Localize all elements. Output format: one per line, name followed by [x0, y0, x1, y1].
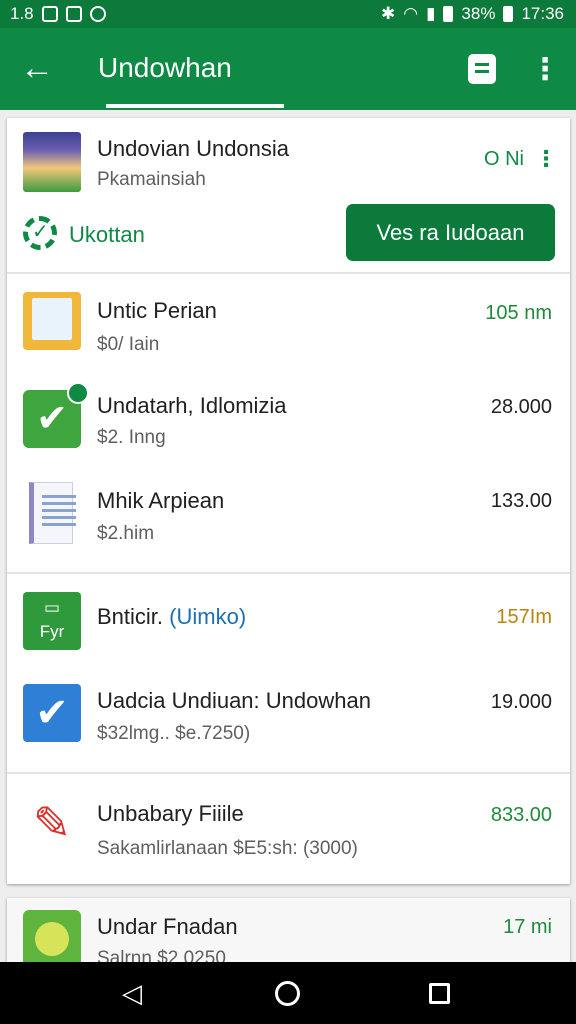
item-amount: 17 mi: [503, 916, 552, 938]
item-amount: 133.00: [490, 490, 552, 512]
item-sub: $2.him: [97, 523, 155, 544]
divider: [7, 272, 570, 274]
divider: [7, 572, 570, 574]
item-name-text: Bnticir.: [97, 604, 164, 629]
item-name[interactable]: Undar Fnadan: [97, 914, 238, 940]
item-name[interactable]: Untic Perian: [97, 298, 217, 324]
primary-action-button[interactable]: Ves ra Iudoaan: [346, 204, 555, 261]
nav-home-icon[interactable]: [275, 981, 300, 1006]
badge-icon: [67, 382, 89, 404]
task-check-app-icon: ✔: [23, 684, 81, 742]
back-arrow-icon[interactable]: ←: [20, 48, 56, 88]
signal-icon: ▮: [426, 4, 436, 23]
item-name[interactable]: Uadcia Undiuan: Undowhan: [97, 688, 371, 714]
item-amount: 105 nm: [485, 302, 552, 324]
item-name[interactable]: Undatarh, Idlomizia: [97, 393, 287, 419]
more-vert-icon[interactable]: ⋮: [528, 52, 562, 88]
list-card: Undovian Undonsia Pkamainsiah O Ni ⋮ Uko…: [7, 118, 570, 884]
status-label: Ukottan: [69, 222, 145, 247]
checkmark-app-icon: ✔: [23, 382, 89, 448]
header-more-icon[interactable]: ⋮: [535, 146, 557, 172]
item-sub: Sakamlirlanaan $E5:sh: (3000): [97, 838, 358, 859]
battery-percent: 38%: [461, 4, 496, 23]
item-sub: $0/ Iain: [97, 334, 160, 355]
battery-level-icon: [503, 6, 514, 22]
item-amount: 157Im: [496, 606, 552, 628]
item-amount: 28.000: [490, 396, 552, 418]
battery-icon: [443, 6, 454, 22]
bluetooth-icon: ✱: [380, 4, 396, 23]
sun-app-icon: [23, 910, 81, 964]
nav-recents-icon[interactable]: [429, 983, 450, 1004]
document-icon[interactable]: [468, 54, 496, 84]
header-subtitle: Pkamainsiah: [97, 169, 206, 190]
item-amount: 833.00: [490, 804, 552, 826]
header-name: Undovian Undonsia: [97, 136, 290, 161]
system-nav-bar: ◁: [0, 962, 576, 1024]
icon-label: Fyr: [39, 622, 65, 641]
item-sub: $2. Inng: [97, 427, 166, 448]
divider: [7, 772, 570, 774]
status-left-text: 1.8: [10, 4, 34, 23]
pen-app-icon: ✎: [32, 797, 72, 849]
notification-icon: [41, 6, 58, 22]
header-thumbnail: [23, 132, 81, 192]
document-app-icon: [23, 292, 81, 350]
title-tab-indicator: [106, 104, 284, 108]
clock: 17:36: [521, 4, 564, 23]
settings-check-icon: [23, 216, 57, 250]
item-sub: $32lmg.. $e.7250): [97, 723, 251, 744]
page-title: Undowhan: [98, 52, 232, 83]
item-amount: 19.000: [490, 691, 552, 713]
header-amount: O Ni: [484, 148, 524, 170]
spreadsheet-app-icon: [29, 482, 76, 544]
wifi-icon: ◠: [403, 4, 419, 23]
nav-back-icon[interactable]: ◁: [122, 980, 148, 1006]
list-card-partial: Undar Fnadan Salrnn $2 0250 17 mi: [7, 898, 570, 964]
image-icon: [65, 6, 82, 22]
status-bar: 1.8 ✱ ◠ ▮ 38% 17:36: [0, 0, 576, 28]
item-name[interactable]: Unbabary Fiiile: [97, 801, 244, 827]
app-bar: ← Undowhan ⋮: [0, 28, 576, 110]
item-name[interactable]: Mhik Arpiean: [97, 488, 224, 514]
app-notification-icon: [89, 6, 106, 22]
finance-app-icon: ▭ Fyr: [23, 592, 81, 650]
item-name[interactable]: Bnticir. (Uimko): [97, 604, 246, 630]
item-name-accent: (Uimko): [169, 604, 247, 629]
